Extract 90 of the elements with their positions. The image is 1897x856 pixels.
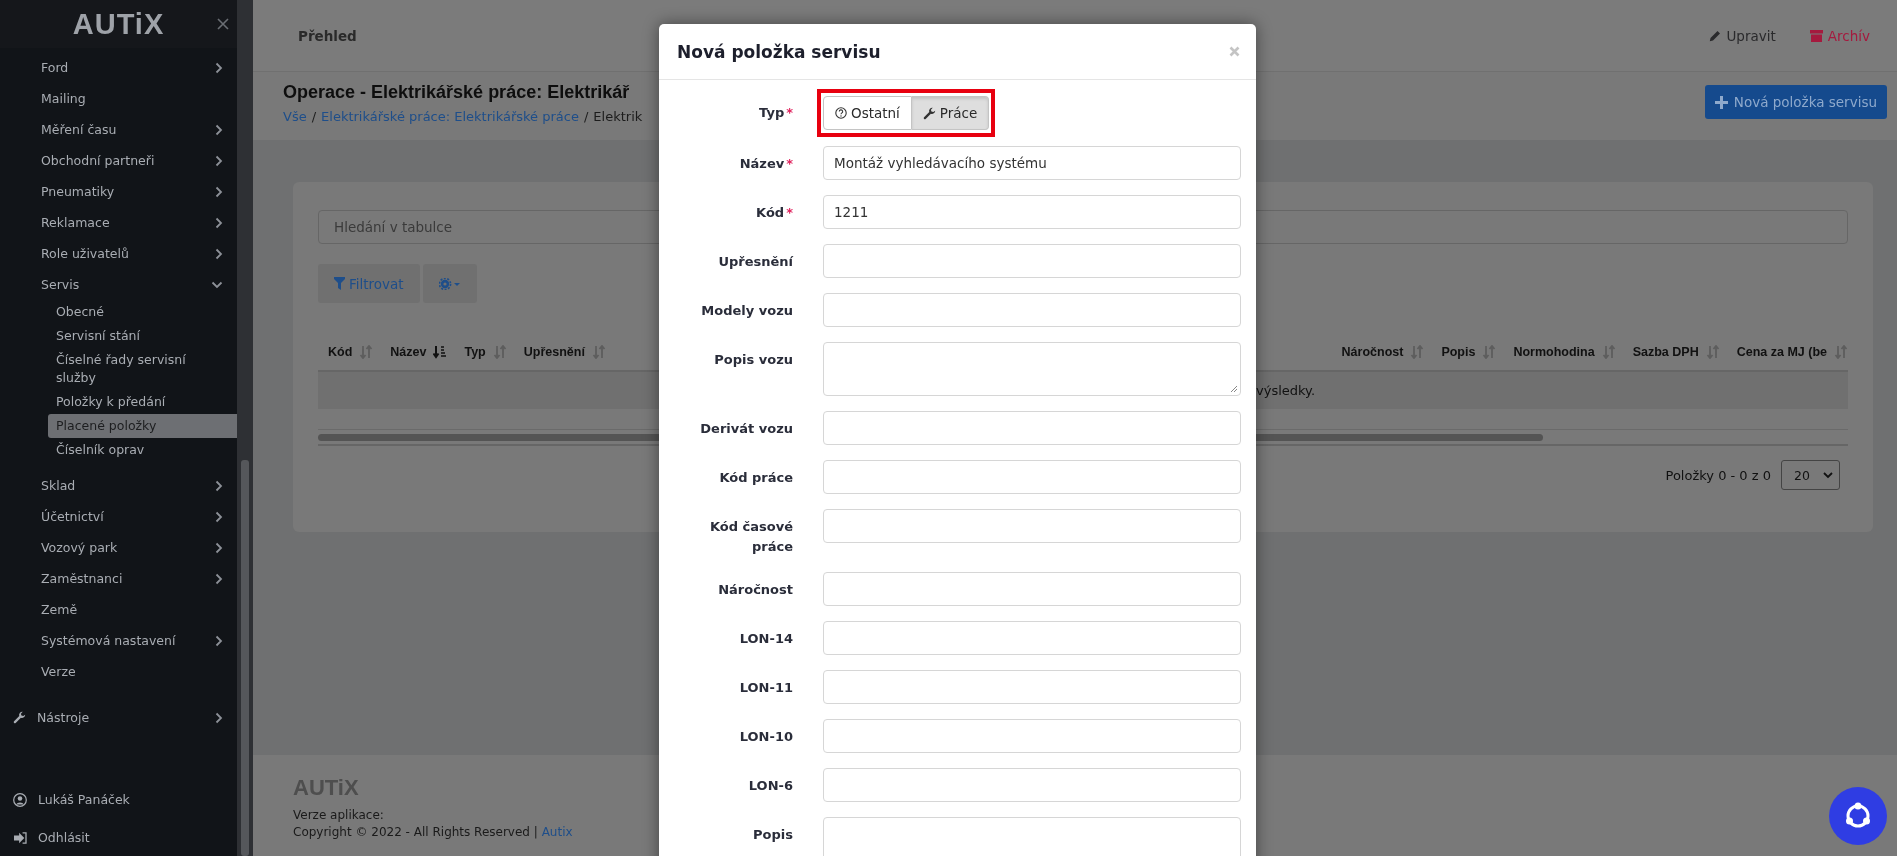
close-icon[interactable] <box>217 18 229 30</box>
field-label: LON-14 <box>738 630 793 648</box>
input-field[interactable] <box>823 572 1241 606</box>
settings-dropdown-button[interactable] <box>422 264 477 303</box>
sidebar-subitem[interactable]: Číselník oprav <box>48 438 237 462</box>
field-label: Upřesnění <box>717 253 793 271</box>
column-header[interactable]: Náročnost <box>1341 345 1425 359</box>
breadcrumb-current: Elektrik <box>593 109 643 124</box>
sidebar-item[interactable]: Mailing <box>0 83 237 114</box>
input-field[interactable] <box>823 293 1241 327</box>
type-option-button[interactable]: Ostatní <box>823 96 912 130</box>
column-header[interactable]: Typ <box>464 345 507 359</box>
sidebar-item[interactable]: Reklamace <box>0 207 237 238</box>
sidebar-item[interactable]: Země <box>0 594 237 625</box>
scrollbar-thumb[interactable] <box>241 460 249 856</box>
column-header[interactable]: Popis <box>1441 345 1497 359</box>
field-label: Popis <box>752 826 793 844</box>
sidebar-item[interactable]: Pneumatiky <box>0 176 237 207</box>
field-label: Popis vozu <box>713 351 793 369</box>
input-field[interactable] <box>823 411 1241 445</box>
input-field[interactable] <box>823 719 1241 753</box>
pagination-info: Položky 0 - 0 z 0 <box>1665 467 1771 483</box>
sidebar-item[interactable]: Sklad <box>0 470 237 501</box>
type-option-button[interactable]: Práce <box>911 96 990 130</box>
field-label: LON-11 <box>738 679 793 697</box>
column-header[interactable]: Sazba DPH <box>1632 345 1720 359</box>
column-header[interactable]: Kód <box>328 345 374 359</box>
sidebar-item[interactable]: Zaměstnanci <box>0 563 237 594</box>
sidebar-subitem[interactable]: Obecné <box>48 300 237 324</box>
logout-link[interactable]: Odhlásit <box>0 822 237 853</box>
wrench-icon <box>922 106 936 120</box>
question-circle-icon <box>835 107 847 119</box>
field-label: LON-10 <box>738 728 793 746</box>
breadcrumb-separator: / <box>583 109 589 124</box>
input-field[interactable] <box>823 509 1241 543</box>
sidebar-subitem[interactable]: Servisní stání <box>48 324 237 348</box>
field-label: Kód práce <box>718 469 793 487</box>
field-label: Modely vozu <box>700 302 793 320</box>
field-label: LON-6 <box>747 777 793 795</box>
sidebar-subitem[interactable]: Číselné řady servisní služby <box>48 348 237 390</box>
sidebar-item[interactable]: Systémová nastavení <box>0 625 237 656</box>
field-label: Název* <box>738 155 793 173</box>
page-title: Operace - Elektrikářské práce: Elektrikář <box>283 82 631 103</box>
sidebar-item[interactable]: Obchodní partneři <box>0 145 237 176</box>
input-field[interactable]: Montáž vyhledávacího systému <box>823 146 1241 180</box>
column-header[interactable]: Normohodina <box>1513 345 1616 359</box>
gear-icon <box>438 277 461 290</box>
field-label: Kód časové práce <box>708 518 793 556</box>
version-label: Verze aplikace: <box>293 807 385 824</box>
field-label: Typ* <box>758 104 793 122</box>
user-icon <box>13 792 27 807</box>
logo: AUTiX <box>72 7 165 41</box>
sidebar-item[interactable]: Nástroje <box>0 702 237 733</box>
logout-icon <box>13 831 27 844</box>
text-area[interactable] <box>823 342 1241 396</box>
page-size-select[interactable]: 20 <box>1781 460 1840 490</box>
archive-box-icon <box>1809 29 1823 42</box>
field-label: Derivát vozu <box>699 420 793 438</box>
modal-title: Nová položka servisu <box>677 41 881 62</box>
user-menu[interactable]: Lukáš Panáček <box>0 784 237 815</box>
input-field[interactable] <box>823 621 1241 655</box>
sidebar-item[interactable]: Ford <box>0 52 237 83</box>
sidebar-item[interactable]: Verze <box>0 656 237 687</box>
plus-icon <box>1714 95 1728 109</box>
column-header[interactable]: Cena za MJ (be <box>1736 345 1848 359</box>
field-label: Kód* <box>755 204 793 222</box>
sidebar-item[interactable]: Měření času <box>0 114 237 145</box>
sidebar-item[interactable]: Účetnictví <box>0 501 237 532</box>
wrench-icon <box>13 711 26 724</box>
resize-grip-icon[interactable] <box>1230 385 1238 393</box>
breadcrumb-separator: / <box>311 109 317 124</box>
close-icon[interactable] <box>1229 46 1240 57</box>
sidebar-subitem[interactable]: Položky k předání <box>48 390 237 414</box>
input-field[interactable] <box>823 768 1241 802</box>
input-field[interactable] <box>823 460 1241 494</box>
column-header[interactable]: Název <box>390 345 448 359</box>
input-field[interactable] <box>823 670 1241 704</box>
field-label: Náročnost <box>717 581 793 599</box>
new-item-button[interactable]: Nová položka servisu <box>1704 85 1887 119</box>
empty-message: výsledky. <box>1256 383 1316 398</box>
chevron-down-icon <box>1823 471 1833 479</box>
sidebar-item[interactable]: Servis <box>0 269 237 300</box>
sidebar-item[interactable]: Role uživatelů <box>0 238 237 269</box>
text-area[interactable] <box>823 817 1241 856</box>
column-header[interactable]: Upřesnění <box>523 345 606 359</box>
sidebar-item[interactable]: Vozový park <box>0 532 237 563</box>
filter-icon <box>334 277 345 290</box>
pencil-icon <box>1709 29 1722 42</box>
input-field[interactable] <box>823 244 1241 278</box>
input-field[interactable]: 1211 <box>823 195 1241 229</box>
